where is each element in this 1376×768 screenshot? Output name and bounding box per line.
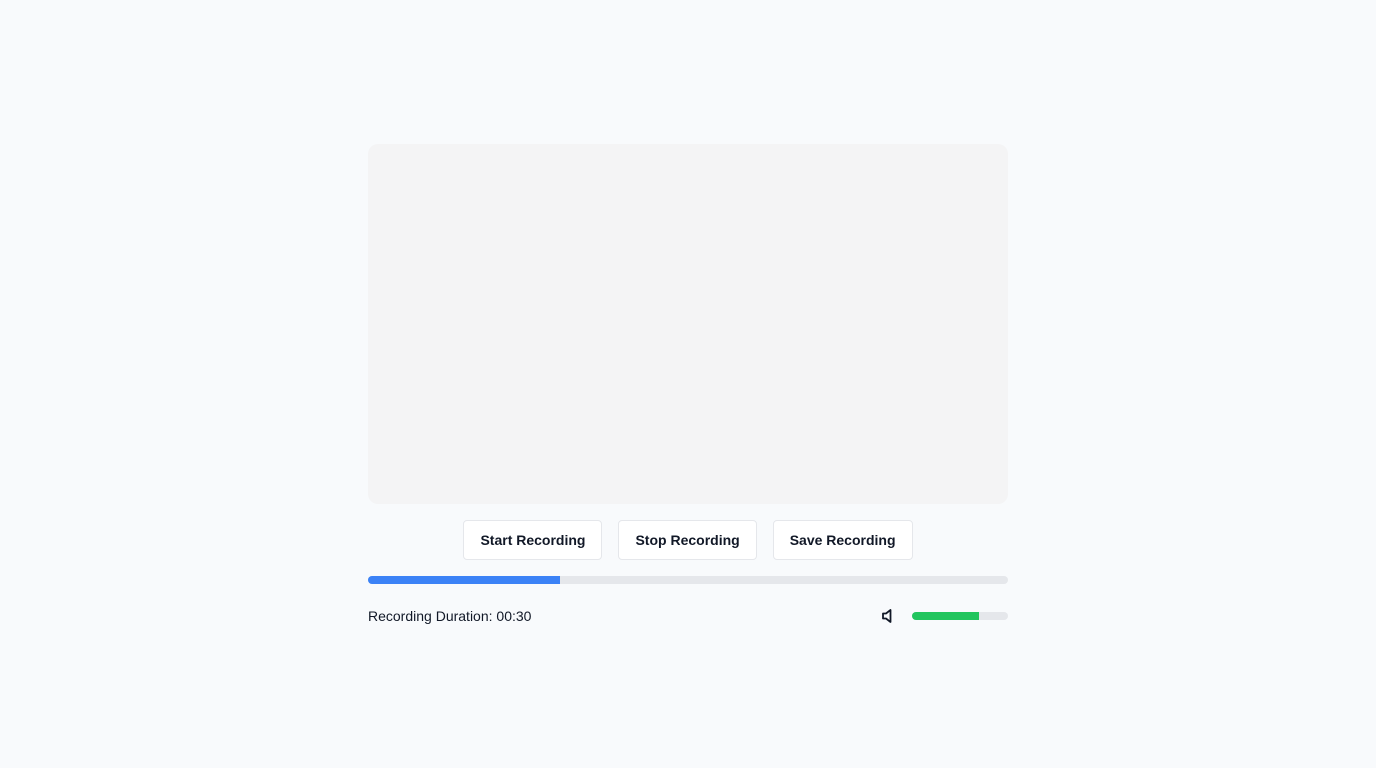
volume-control <box>880 607 1008 625</box>
stop-recording-button[interactable]: Stop Recording <box>618 520 757 560</box>
speaker-icon[interactable] <box>880 607 898 625</box>
status-row: Recording Duration: 00:30 <box>368 604 1008 628</box>
start-recording-button[interactable]: Start Recording <box>463 520 603 560</box>
recording-progress-fill <box>368 576 560 584</box>
save-recording-button[interactable]: Save Recording <box>772 520 913 560</box>
recorder-panel: Start Recording Stop Recording Save Reco… <box>368 144 1008 628</box>
recording-duration-label: Recording Duration: <box>368 608 493 624</box>
recording-controls: Start Recording Stop Recording Save Reco… <box>368 520 1008 560</box>
video-preview <box>368 144 1008 504</box>
recording-duration: Recording Duration: 00:30 <box>368 608 531 624</box>
recording-duration-value: 00:30 <box>496 608 532 624</box>
volume-slider[interactable] <box>912 612 1008 620</box>
volume-level-fill <box>912 612 980 620</box>
recording-progress-bar <box>368 576 1008 584</box>
